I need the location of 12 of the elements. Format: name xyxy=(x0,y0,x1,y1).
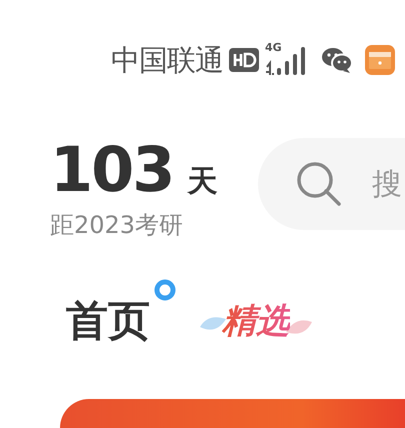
chat-bubbles-icon xyxy=(321,46,353,74)
hd-icon xyxy=(229,48,259,72)
wallet-icon xyxy=(365,45,395,75)
day-count: 103 xyxy=(50,137,174,203)
network-type: 4G xyxy=(265,41,282,54)
search-icon xyxy=(296,161,342,207)
carrier-name: 中国联通 xyxy=(111,42,223,79)
day-unit: 天 xyxy=(187,163,218,201)
search-field[interactable]: 搜 xyxy=(258,138,405,230)
ring-dot-icon xyxy=(154,279,176,301)
tab[interactable]: 首页 xyxy=(66,293,150,349)
exam-caption: 距2023考研 xyxy=(50,210,184,241)
